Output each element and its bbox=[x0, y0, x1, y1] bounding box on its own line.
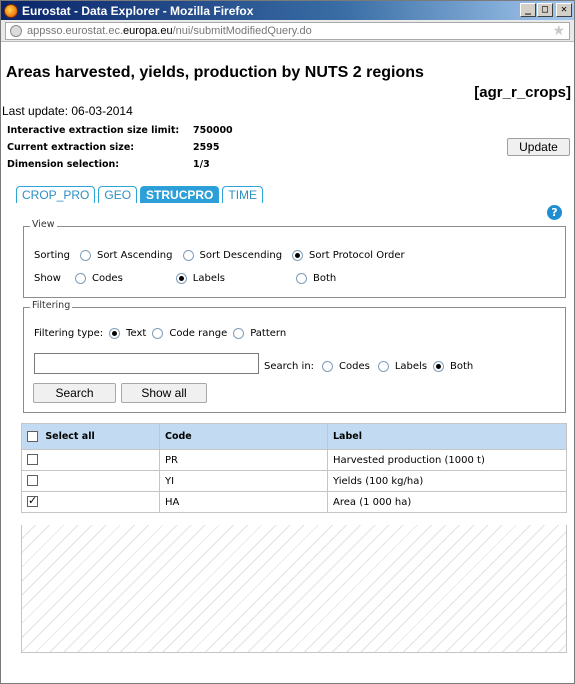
search-in-labels-label: Labels bbox=[394, 361, 428, 372]
table-row[interactable]: HAArea (1 000 ha) bbox=[21, 491, 567, 513]
table-row[interactable]: PR Harvested production (1000 t) bbox=[21, 449, 567, 471]
row-label: Yields (100 kg/ha) bbox=[327, 470, 567, 492]
search-in-codes-label: Codes bbox=[339, 361, 370, 372]
filter-text-label: Text bbox=[126, 328, 147, 339]
close-button[interactable]: ✕ bbox=[556, 3, 572, 17]
row-label: Harvested production (1000 t) bbox=[327, 449, 567, 471]
select-all-header[interactable]: Select all bbox=[21, 423, 160, 450]
filtering-type-row: Filtering type: Text Code range Pattern bbox=[34, 328, 286, 339]
code-column-header[interactable]: Code bbox=[159, 423, 328, 450]
browser-window: Eurostat - Data Explorer - Mozilla Firef… bbox=[0, 0, 575, 684]
table-header-row: Select all Code Label bbox=[21, 423, 567, 450]
search-in-both-radio[interactable] bbox=[433, 361, 445, 372]
help-icon[interactable]: ? bbox=[547, 205, 562, 220]
label-column-header[interactable]: Label bbox=[327, 423, 567, 450]
sort-protocol-order-radio[interactable] bbox=[292, 250, 304, 261]
address-bar: appsso.eurostat.ec. europa.eu/nui/submitM… bbox=[1, 20, 574, 42]
view-fieldset: View bbox=[23, 219, 566, 298]
show-both-label: Both bbox=[312, 273, 337, 284]
sort-descending-label: Sort Descending bbox=[199, 250, 283, 261]
row-label: Area (1 000 ha) bbox=[327, 491, 567, 513]
row-code: YI bbox=[159, 470, 328, 492]
maximize-button[interactable]: □ bbox=[537, 3, 553, 17]
filter-code-range-radio[interactable] bbox=[152, 328, 164, 339]
tab-geo[interactable]: GEO bbox=[98, 186, 138, 203]
show-all-button[interactable]: Show all bbox=[121, 383, 207, 403]
sort-descending-radio[interactable] bbox=[182, 250, 194, 261]
show-labels-radio[interactable] bbox=[175, 273, 187, 284]
filtering-legend: Filtering bbox=[30, 300, 73, 311]
table-row[interactable]: YI Yields (100 kg/ha) bbox=[21, 470, 567, 492]
select-all-label: Select all bbox=[45, 431, 95, 442]
search-button[interactable]: Search bbox=[33, 383, 116, 403]
last-update: Last update: 06-03-2014 bbox=[2, 104, 133, 118]
info-value: 750000 bbox=[193, 125, 233, 136]
search-in-labels-radio[interactable] bbox=[377, 361, 389, 372]
tab-time[interactable]: TIME bbox=[222, 186, 264, 203]
url-path: /nui/submitModifiedQuery.do bbox=[172, 25, 312, 37]
dimension-tabs: CROP_PRO GEO STRUCPRO TIME bbox=[16, 186, 264, 203]
window-controls: _ □ ✕ bbox=[520, 3, 572, 17]
info-current-size: Current extraction size: 2595 bbox=[7, 142, 219, 153]
sorting-label: Sorting bbox=[34, 250, 70, 261]
sort-ascending-radio[interactable] bbox=[79, 250, 91, 261]
window-title: Eurostat - Data Explorer - Mozilla Firef… bbox=[22, 3, 254, 18]
select-all-checkbox[interactable] bbox=[27, 431, 38, 442]
url-prefix: appsso.eurostat.ec. bbox=[27, 25, 124, 37]
search-in-label: Search in: bbox=[264, 361, 315, 372]
url-field[interactable]: appsso.eurostat.ec. europa.eu/nui/submitM… bbox=[5, 22, 570, 40]
info-label: Interactive extraction size limit: bbox=[7, 125, 180, 136]
values-table: Select all Code Label PR Harvested produc… bbox=[21, 423, 567, 513]
search-in-row: Search in: Codes Labels Both bbox=[264, 361, 473, 372]
firefox-logo-icon bbox=[4, 3, 18, 18]
search-in-both-label: Both bbox=[450, 361, 474, 372]
info-extraction-limit: Interactive extraction size limit: 75000… bbox=[7, 125, 233, 136]
globe-icon bbox=[10, 25, 22, 37]
row-checkbox[interactable] bbox=[27, 494, 38, 508]
dataset-code: [agr_r_crops] bbox=[474, 84, 571, 101]
info-dimension-selection: Dimension selection: 1/3 bbox=[7, 159, 210, 170]
title-bar: Eurostat - Data Explorer - Mozilla Firef… bbox=[1, 1, 574, 20]
sorting-row: Sorting Sort Ascending Sort Descending S… bbox=[34, 250, 405, 261]
minimize-button[interactable]: _ bbox=[520, 3, 536, 17]
info-value: 1/3 bbox=[193, 159, 210, 170]
info-value: 2595 bbox=[193, 142, 220, 153]
show-codes-radio[interactable] bbox=[74, 273, 86, 284]
show-codes-label: Codes bbox=[91, 273, 123, 284]
filter-pattern-label: Pattern bbox=[250, 328, 287, 339]
sort-protocol-order-label: Sort Protocol Order bbox=[309, 250, 405, 261]
show-labels-label: Labels bbox=[192, 273, 225, 284]
search-input[interactable] bbox=[34, 353, 259, 374]
page-title: Areas harvested, yields, production by N… bbox=[6, 64, 424, 81]
url-domain: europa.eu bbox=[123, 25, 173, 37]
filter-pattern-radio[interactable] bbox=[233, 328, 245, 339]
show-both-radio[interactable] bbox=[295, 273, 307, 284]
row-code: PR bbox=[159, 449, 328, 471]
search-in-codes-radio[interactable] bbox=[322, 361, 334, 372]
show-row: Show Codes Labels Both bbox=[34, 273, 336, 284]
show-label: Show bbox=[34, 273, 61, 284]
row-select-cell[interactable] bbox=[21, 491, 160, 513]
update-button[interactable]: Update bbox=[507, 138, 570, 156]
row-select-cell[interactable] bbox=[21, 449, 160, 471]
tab-strucpro[interactable]: STRUCPRO bbox=[140, 186, 220, 203]
row-code: HA bbox=[159, 491, 328, 513]
filtering-type-label: Filtering type: bbox=[34, 328, 104, 339]
row-checkbox[interactable] bbox=[27, 475, 38, 487]
tab-crop-pro[interactable]: CROP_PRO bbox=[16, 186, 96, 203]
empty-table-area bbox=[21, 525, 567, 653]
row-select-cell[interactable] bbox=[21, 470, 160, 492]
filter-text-radio[interactable] bbox=[109, 328, 121, 339]
sort-ascending-label: Sort Ascending bbox=[96, 250, 173, 261]
view-legend: View bbox=[30, 219, 57, 230]
info-label: Dimension selection: bbox=[7, 159, 120, 170]
filter-code-range-label: Code range bbox=[169, 328, 228, 339]
bookmark-star-icon[interactable]: ★ bbox=[552, 22, 565, 39]
row-checkbox[interactable] bbox=[27, 454, 38, 466]
info-label: Current extraction size: bbox=[7, 142, 135, 153]
